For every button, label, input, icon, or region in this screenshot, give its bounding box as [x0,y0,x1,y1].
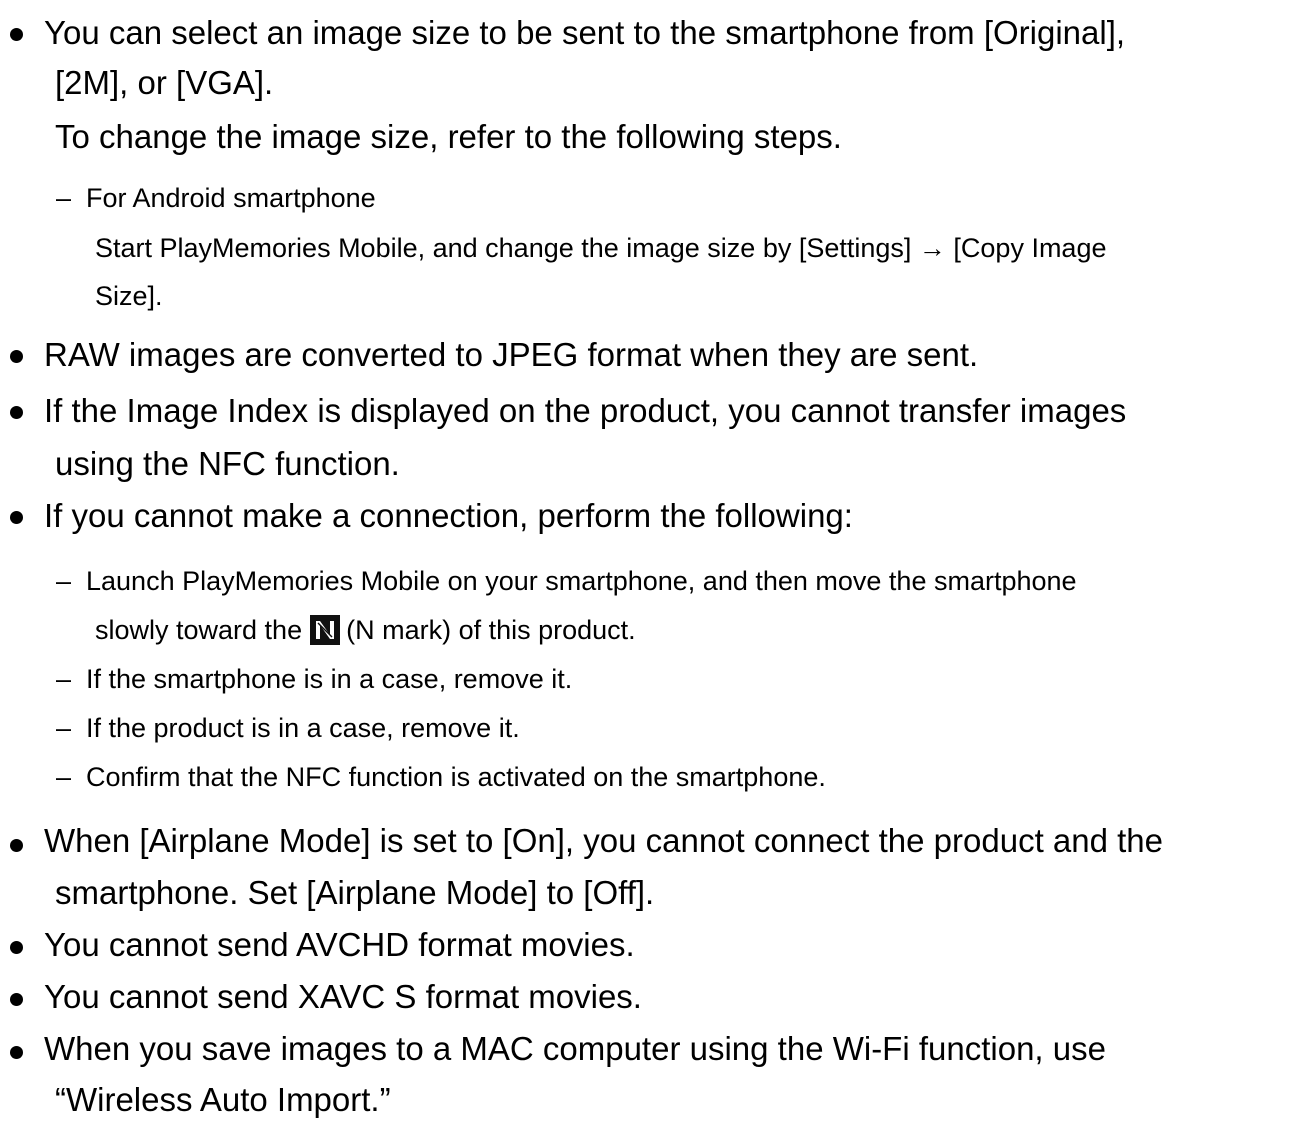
bullet-text-line: RAW images are converted to JPEG format … [44,336,979,373]
bullet-text-line: You cannot send XAVC S format movies. [44,978,642,1015]
sub-item-dash: – [56,183,72,213]
bullet-text-line: If you cannot make a connection, perform… [44,497,853,534]
notes-document: You can select an image size to be sent … [0,0,1303,1126]
sub-item-text: If the product is in a case, remove it. [86,713,520,743]
sub-item-dash: – [56,664,72,694]
sub-item-text: If the smartphone is in a case, remove i… [86,664,573,694]
bullet-text-line: “Wireless Auto Import.” [55,1081,391,1118]
bullet-icon [10,511,23,524]
sub-item-text: Start PlayMemories Mobile, and change th… [95,233,1107,263]
bullet-icon [10,1046,23,1059]
sub-item-text-with-icon: slowly toward the (N mark) of this produc… [95,610,636,650]
bullet-icon [10,993,23,1006]
sub-item-text: Launch PlayMemories Mobile on your smart… [86,566,1077,596]
bullet-text-line: [2M], or [VGA]. [55,64,274,101]
bullet-icon [10,28,23,41]
sub-item-text: slowly toward the [95,615,303,645]
bullet-icon [10,406,23,419]
sub-item-dash: – [56,713,72,743]
bullet-icon [10,350,23,363]
bullet-text-line: When [Airplane Mode] is set to [On], you… [44,822,1164,859]
bullet-text-line: To change the image size, refer to the f… [55,118,842,155]
sub-item-text: Size]. [95,281,163,311]
bullet-text-line: smartphone. Set [Airplane Mode] to [Off]… [55,874,655,911]
sub-item-dash: – [56,566,72,596]
sub-item-text: (N mark) of this product. [346,615,636,645]
bullet-text-line: When you save images to a MAC computer u… [44,1030,1106,1067]
sub-item-text: For Android smartphone [86,183,376,213]
bullet-icon [10,941,23,954]
bullet-text-line: You can select an image size to be sent … [44,14,1126,51]
n-mark-icon [310,615,341,645]
sub-item-text: Confirm that the NFC function is activat… [86,762,826,792]
bullet-text-line: If the Image Index is displayed on the p… [44,392,1127,429]
sub-item-dash: – [56,762,72,792]
bullet-icon [10,839,23,852]
bullet-text-line: using the NFC function. [55,445,400,482]
bullet-text-line: You cannot send AVCHD format movies. [44,926,635,963]
